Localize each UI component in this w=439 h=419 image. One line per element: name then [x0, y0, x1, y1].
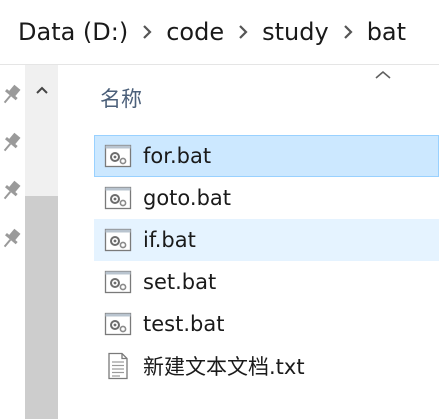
batch-file-icon [103, 184, 133, 212]
text-file-icon [103, 352, 133, 380]
column-header-name[interactable]: 名称 [100, 83, 142, 113]
file-row[interactable]: set.bat [94, 261, 439, 303]
pin-icon[interactable] [0, 179, 22, 203]
file-name: goto.bat [143, 186, 231, 210]
nav-scrollbar-thumb[interactable] [25, 196, 58, 419]
breadcrumb: Data (D:) code study bat [0, 0, 439, 65]
chevron-right-icon[interactable] [130, 12, 164, 52]
batch-file-icon [103, 310, 133, 338]
batch-file-icon [103, 226, 133, 254]
file-row[interactable]: goto.bat [94, 177, 439, 219]
file-list-pane: 名称 for.bat goto.bat if.bat set.bat test.… [59, 65, 439, 419]
navigation-pane [0, 65, 58, 419]
file-row[interactable]: for.bat [94, 135, 439, 177]
nav-scrollbar[interactable] [25, 65, 58, 419]
chevron-right-icon[interactable] [331, 12, 365, 52]
breadcrumb-item-code[interactable]: code [164, 18, 226, 46]
file-name: test.bat [143, 312, 225, 336]
chevron-right-icon[interactable] [226, 12, 260, 52]
chevron-up-icon[interactable] [25, 73, 58, 107]
file-list: for.bat goto.bat if.bat set.bat test.bat… [94, 135, 439, 387]
file-name: 新建文本文档.txt [143, 355, 305, 379]
file-name: for.bat [143, 144, 212, 168]
batch-file-icon [103, 142, 133, 170]
file-row[interactable]: if.bat [94, 219, 439, 261]
file-row[interactable]: 新建文本文档.txt [94, 345, 439, 387]
breadcrumb-item-study[interactable]: study [260, 18, 331, 46]
sort-ascending-icon[interactable] [373, 67, 393, 81]
pin-icon[interactable] [0, 83, 22, 107]
breadcrumb-item-bat[interactable]: bat [365, 18, 408, 46]
pin-icon[interactable] [0, 131, 22, 155]
file-name: if.bat [143, 228, 196, 252]
pin-icon[interactable] [0, 227, 22, 251]
batch-file-icon [103, 268, 133, 296]
file-name: set.bat [143, 270, 217, 294]
file-row[interactable]: test.bat [94, 303, 439, 345]
file-explorer-window: Data (D:) code study bat 名称 for.bat goto… [0, 0, 439, 419]
breadcrumb-item-drive[interactable]: Data (D:) [16, 18, 130, 46]
